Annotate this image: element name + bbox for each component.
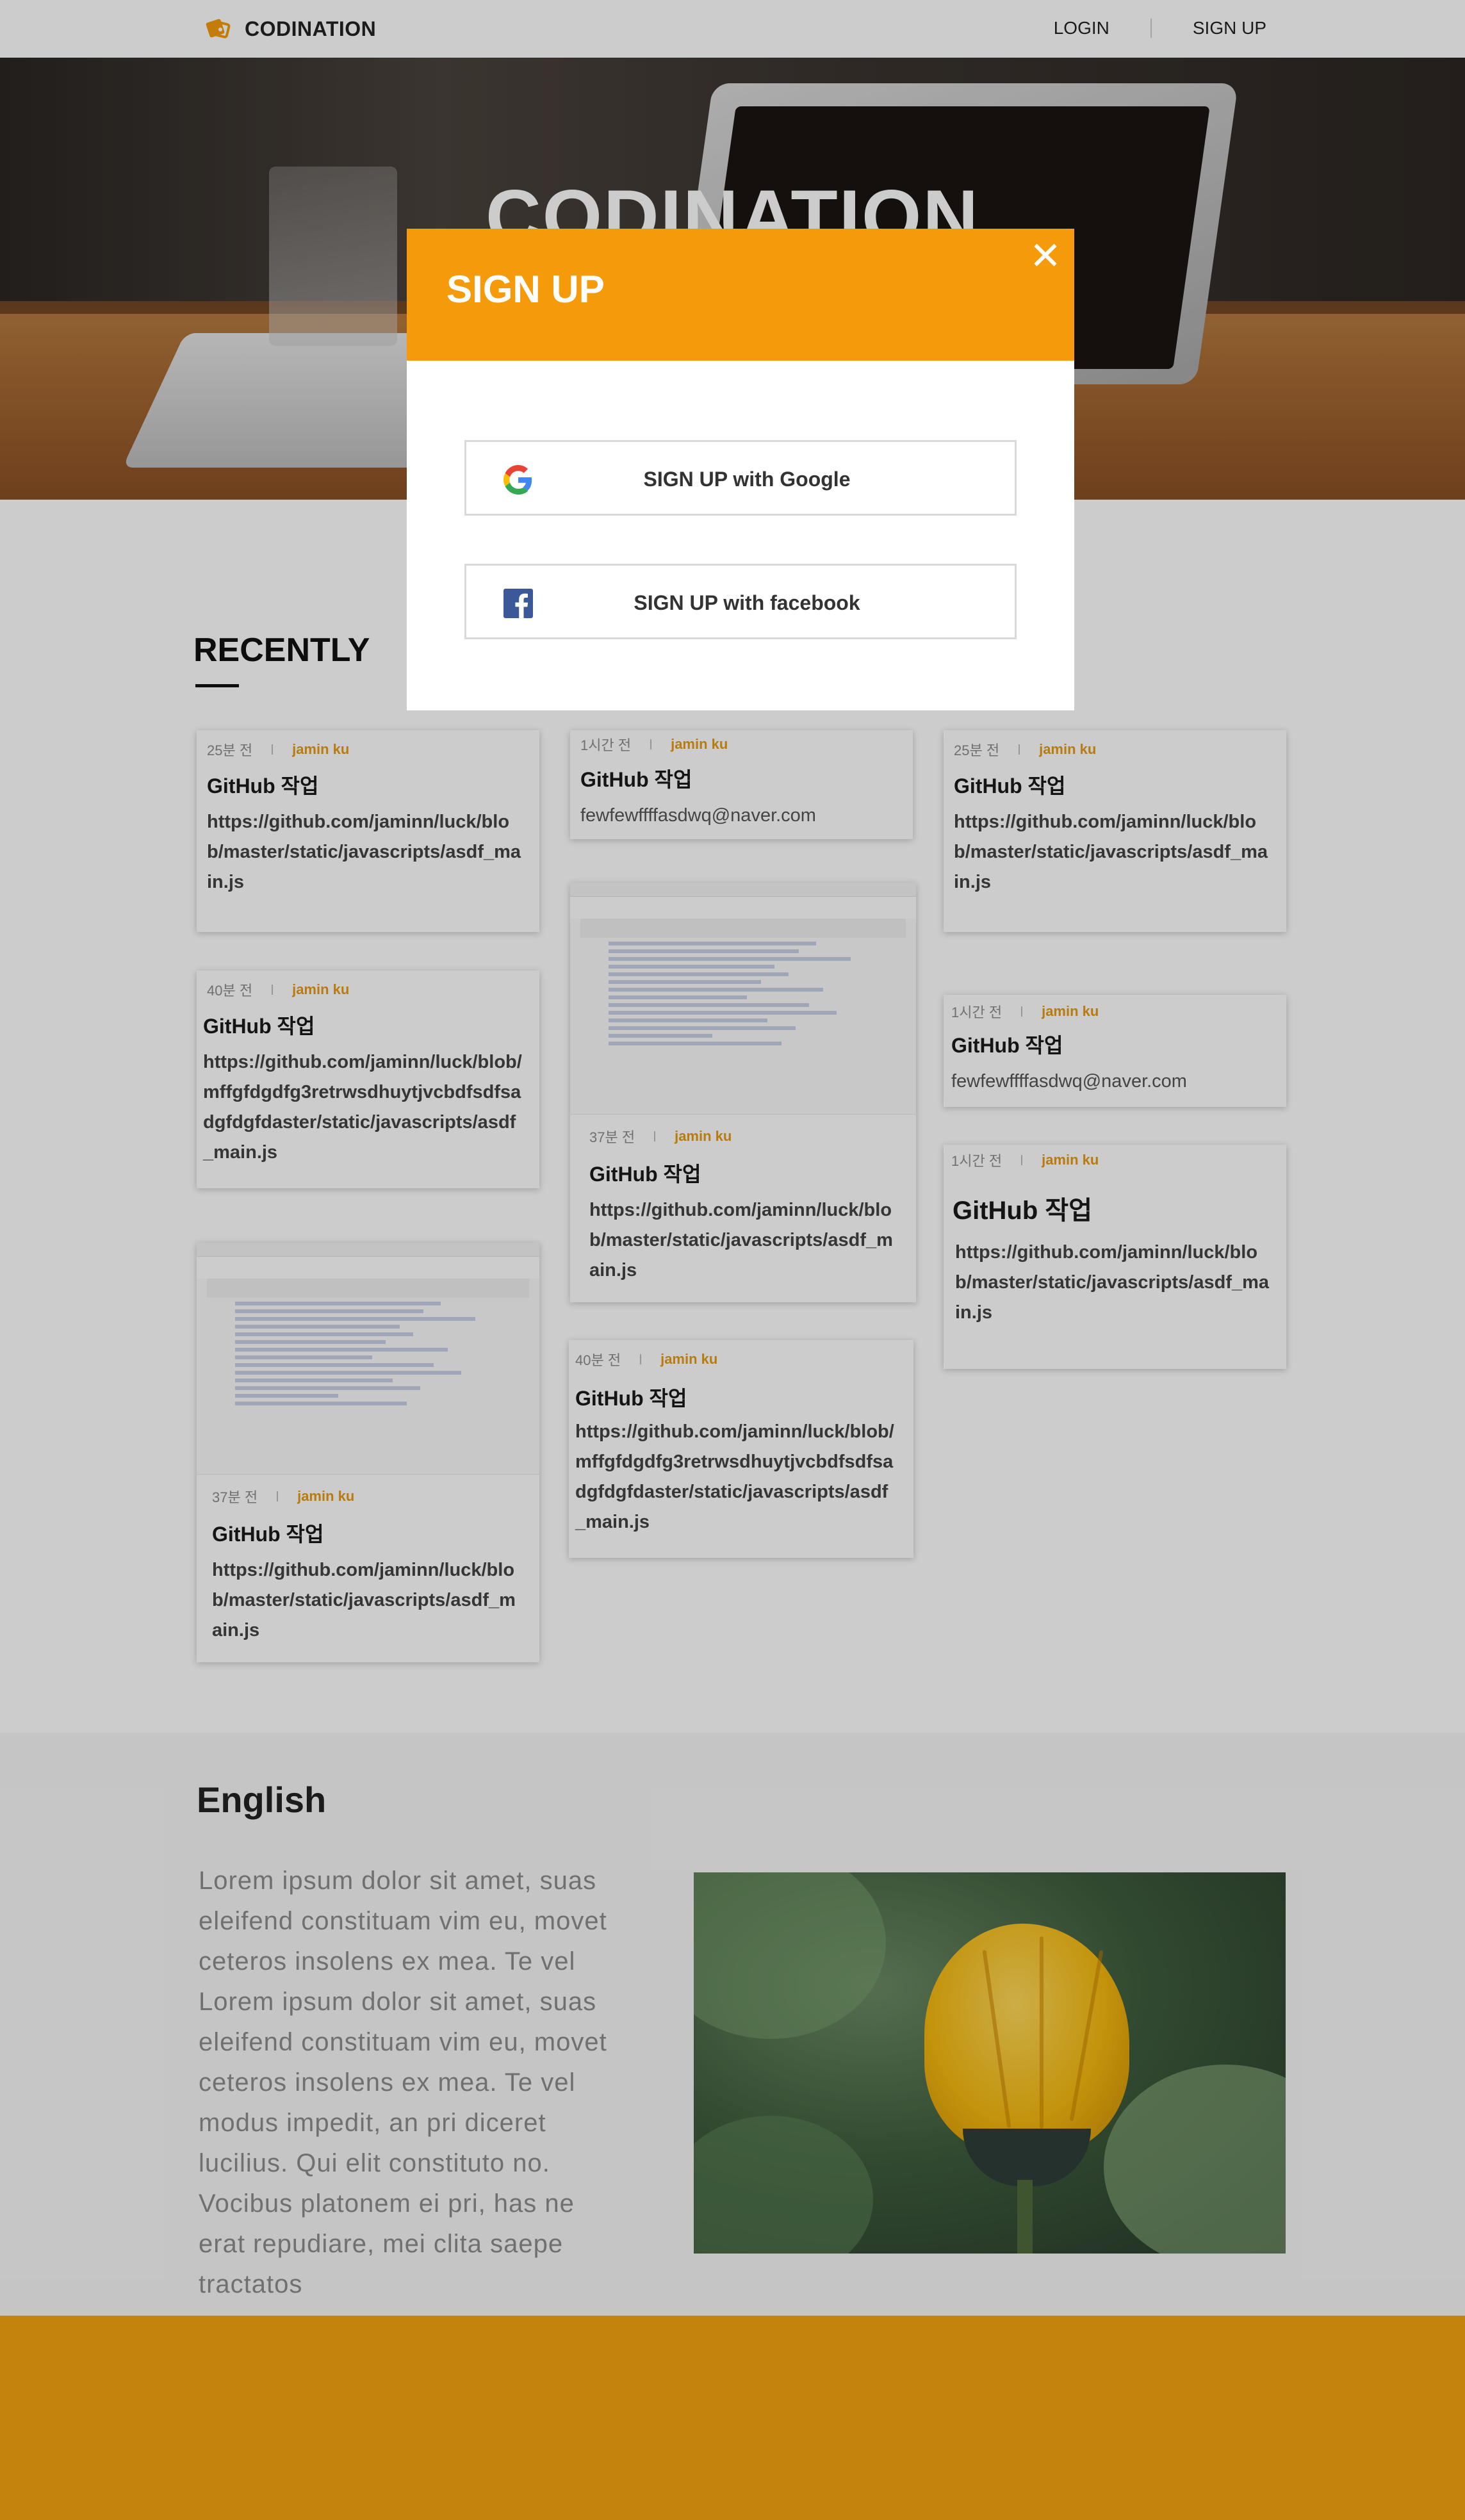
signup-modal: SIGN UP ✕ SIGN UP with Google SIGN UP wi… [407,229,1074,710]
facebook-signup-label: SIGN UP with facebook [634,591,860,614]
modal-title: SIGN UP [446,268,605,311]
facebook-signup-button[interactable]: SIGN UP with facebook [464,564,1017,639]
close-icon[interactable]: ✕ [1027,237,1064,275]
modal-header: SIGN UP ✕ [407,229,1074,361]
google-signup-label: SIGN UP with Google [643,468,851,491]
google-signup-button[interactable]: SIGN UP with Google [464,440,1017,516]
